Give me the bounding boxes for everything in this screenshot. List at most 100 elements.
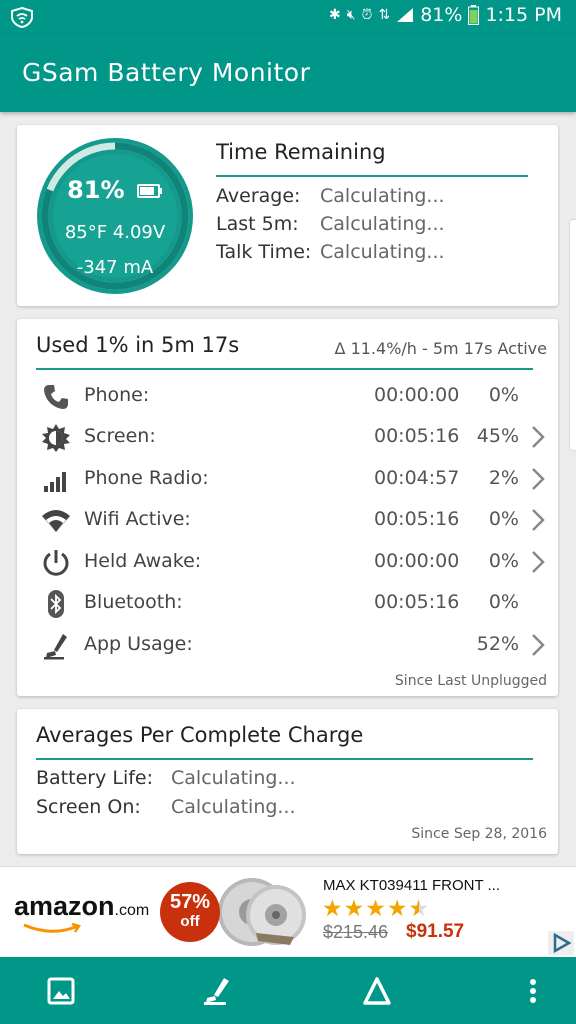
chevron-right-icon (532, 634, 545, 656)
row-value: Calculating... (171, 767, 296, 789)
chevron-right-icon (532, 426, 545, 448)
row-percent: 0% (488, 550, 519, 572)
wifi-icon (42, 510, 70, 532)
row-time: 00:00:00 (374, 384, 460, 406)
divider (36, 368, 533, 370)
shield-wifi-icon (11, 6, 33, 28)
row-value: Calculating... (320, 213, 445, 235)
row-label: Held Awake: (84, 550, 202, 572)
brightness-icon (42, 424, 70, 452)
scroll-indicator (570, 220, 576, 450)
status-time: 1:15 PM (485, 4, 562, 26)
averages-row: Screen On: Calculating... (36, 796, 296, 825)
row-time: 00:05:16 (374, 508, 460, 530)
usage-footer: Since Last Unplugged (394, 673, 547, 689)
row-percent: 45% (476, 425, 519, 447)
ad-choices-icon[interactable] (548, 931, 574, 955)
row-percent: 2% (488, 467, 519, 489)
time-remaining-row: Last 5m: Calculating... (216, 213, 445, 241)
row-value: Calculating... (320, 241, 445, 263)
signal-bars-icon (44, 472, 66, 492)
bluetooth-icon (48, 590, 64, 618)
current-draw: -347 mA (76, 257, 154, 278)
row-percent: 0% (488, 384, 519, 406)
battery-percent-label: 81% (67, 176, 125, 204)
usage-row-phone[interactable]: Phone: 00:00:00 0% (17, 376, 558, 416)
app-usage-icon (44, 634, 67, 660)
averages-title: Averages Per Complete Charge (36, 723, 364, 747)
usage-row-held-awake[interactable]: Held Awake: 00:00:00 0% (17, 542, 558, 582)
row-label: App Usage: (84, 633, 193, 655)
row-label: Average: (216, 185, 301, 207)
averages-card[interactable]: Averages Per Complete Charge Battery Lif… (17, 709, 558, 854)
row-percent: 0% (488, 508, 519, 530)
battery-icon (468, 5, 480, 25)
row-label: Phone: (84, 384, 150, 406)
usage-rate: Δ 11.4%/h - 5m 17s Active (334, 339, 547, 358)
ad-product-name: MAX KT039411 FRONT ... (323, 877, 501, 894)
app-usage-icon[interactable] (200, 974, 234, 1008)
summary-card[interactable]: 81% 85°F 4.09V -347 mA Time Remaining Av… (17, 125, 558, 306)
averages-footer: Since Sep 28, 2016 (411, 826, 547, 842)
row-time: 00:05:16 (374, 425, 460, 447)
status-bar: ✱ 🔇︎ ⏰︎ ⇅ 81% 1:15 PM (0, 0, 576, 34)
alarm-icon: ⏰︎ (361, 7, 373, 23)
phone-icon (44, 385, 68, 409)
bottom-bar (0, 957, 576, 1024)
row-label: Phone Radio: (84, 467, 209, 489)
chevron-right-icon (532, 551, 545, 573)
row-label: Screen: (84, 425, 156, 447)
row-time: 00:05:16 (374, 591, 460, 613)
row-label: Talk Time: (216, 241, 312, 263)
row-label: Wifi Active: (84, 508, 191, 530)
time-remaining-title: Time Remaining (216, 140, 386, 164)
averages-list: Battery Life: Calculating... Screen On: … (36, 767, 296, 825)
usage-row-screen[interactable]: Screen: 00:05:16 45% (17, 417, 558, 457)
row-time: 00:04:57 (374, 467, 460, 489)
usage-row-phone-radio[interactable]: Phone Radio: 00:04:57 2% (17, 459, 558, 499)
time-remaining-row: Average: Calculating... (216, 185, 445, 213)
chevron-right-icon (532, 509, 545, 531)
ad-old-price: $215.46 (323, 922, 389, 942)
row-value: Calculating... (320, 185, 445, 207)
averages-row: Battery Life: Calculating... (36, 767, 296, 796)
row-label: Last 5m: (216, 213, 299, 235)
delta-icon[interactable] (360, 974, 394, 1008)
temp-voltage: 85°F 4.09V (64, 222, 166, 243)
divider (216, 175, 528, 177)
time-remaining-list: Average: Calculating... Last 5m: Calcula… (216, 185, 445, 269)
ad-banner[interactable]: amazon.com 57% off MAX KT039411 FRONT ..… (0, 866, 576, 957)
row-percent: 0% (488, 591, 519, 613)
bluetooth-icon: ✱ (328, 7, 341, 23)
usage-row-app-usage[interactable]: App Usage: 52% (17, 625, 558, 665)
usage-card: Used 1% in 5m 17s Δ 11.4%/h - 5m 17s Act… (17, 319, 558, 696)
brake-rotor-image (218, 878, 306, 946)
battery-gauge[interactable]: 81% 85°F 4.09V -347 mA (35, 136, 195, 296)
time-remaining-row: Talk Time: Calculating... (216, 241, 445, 269)
data-icon: ⇅ (378, 7, 391, 23)
star-rating: ★★★★★★ (322, 896, 431, 922)
amazon-smile-icon (23, 923, 81, 933)
usage-row-bluetooth[interactable]: Bluetooth: 00:05:16 0% (17, 583, 558, 623)
row-label: Battery Life: (36, 767, 154, 789)
row-label: Bluetooth: (84, 591, 183, 613)
discount-badge: 57% off (160, 882, 220, 942)
app-title: GSam Battery Monitor (22, 58, 311, 87)
signal-icon (397, 8, 414, 22)
divider (36, 758, 533, 760)
amazon-logo: amazon.com (14, 891, 150, 921)
battery-percent: 81% (420, 4, 463, 26)
power-icon (43, 550, 69, 576)
more-vert-icon[interactable] (516, 974, 550, 1008)
image-icon[interactable] (44, 974, 78, 1008)
mute-icon: 🔇︎ (346, 7, 356, 23)
row-percent: 52% (476, 633, 519, 655)
chevron-right-icon (532, 468, 545, 490)
row-label: Screen On: (36, 796, 141, 818)
usage-row-wifi[interactable]: Wifi Active: 00:05:16 0% (17, 500, 558, 540)
row-value: Calculating... (171, 796, 296, 818)
row-time: 00:00:00 (374, 550, 460, 572)
app-bar: GSam Battery Monitor (0, 34, 576, 112)
battery-icon (136, 184, 162, 198)
ad-new-price: $91.57 (406, 921, 465, 942)
